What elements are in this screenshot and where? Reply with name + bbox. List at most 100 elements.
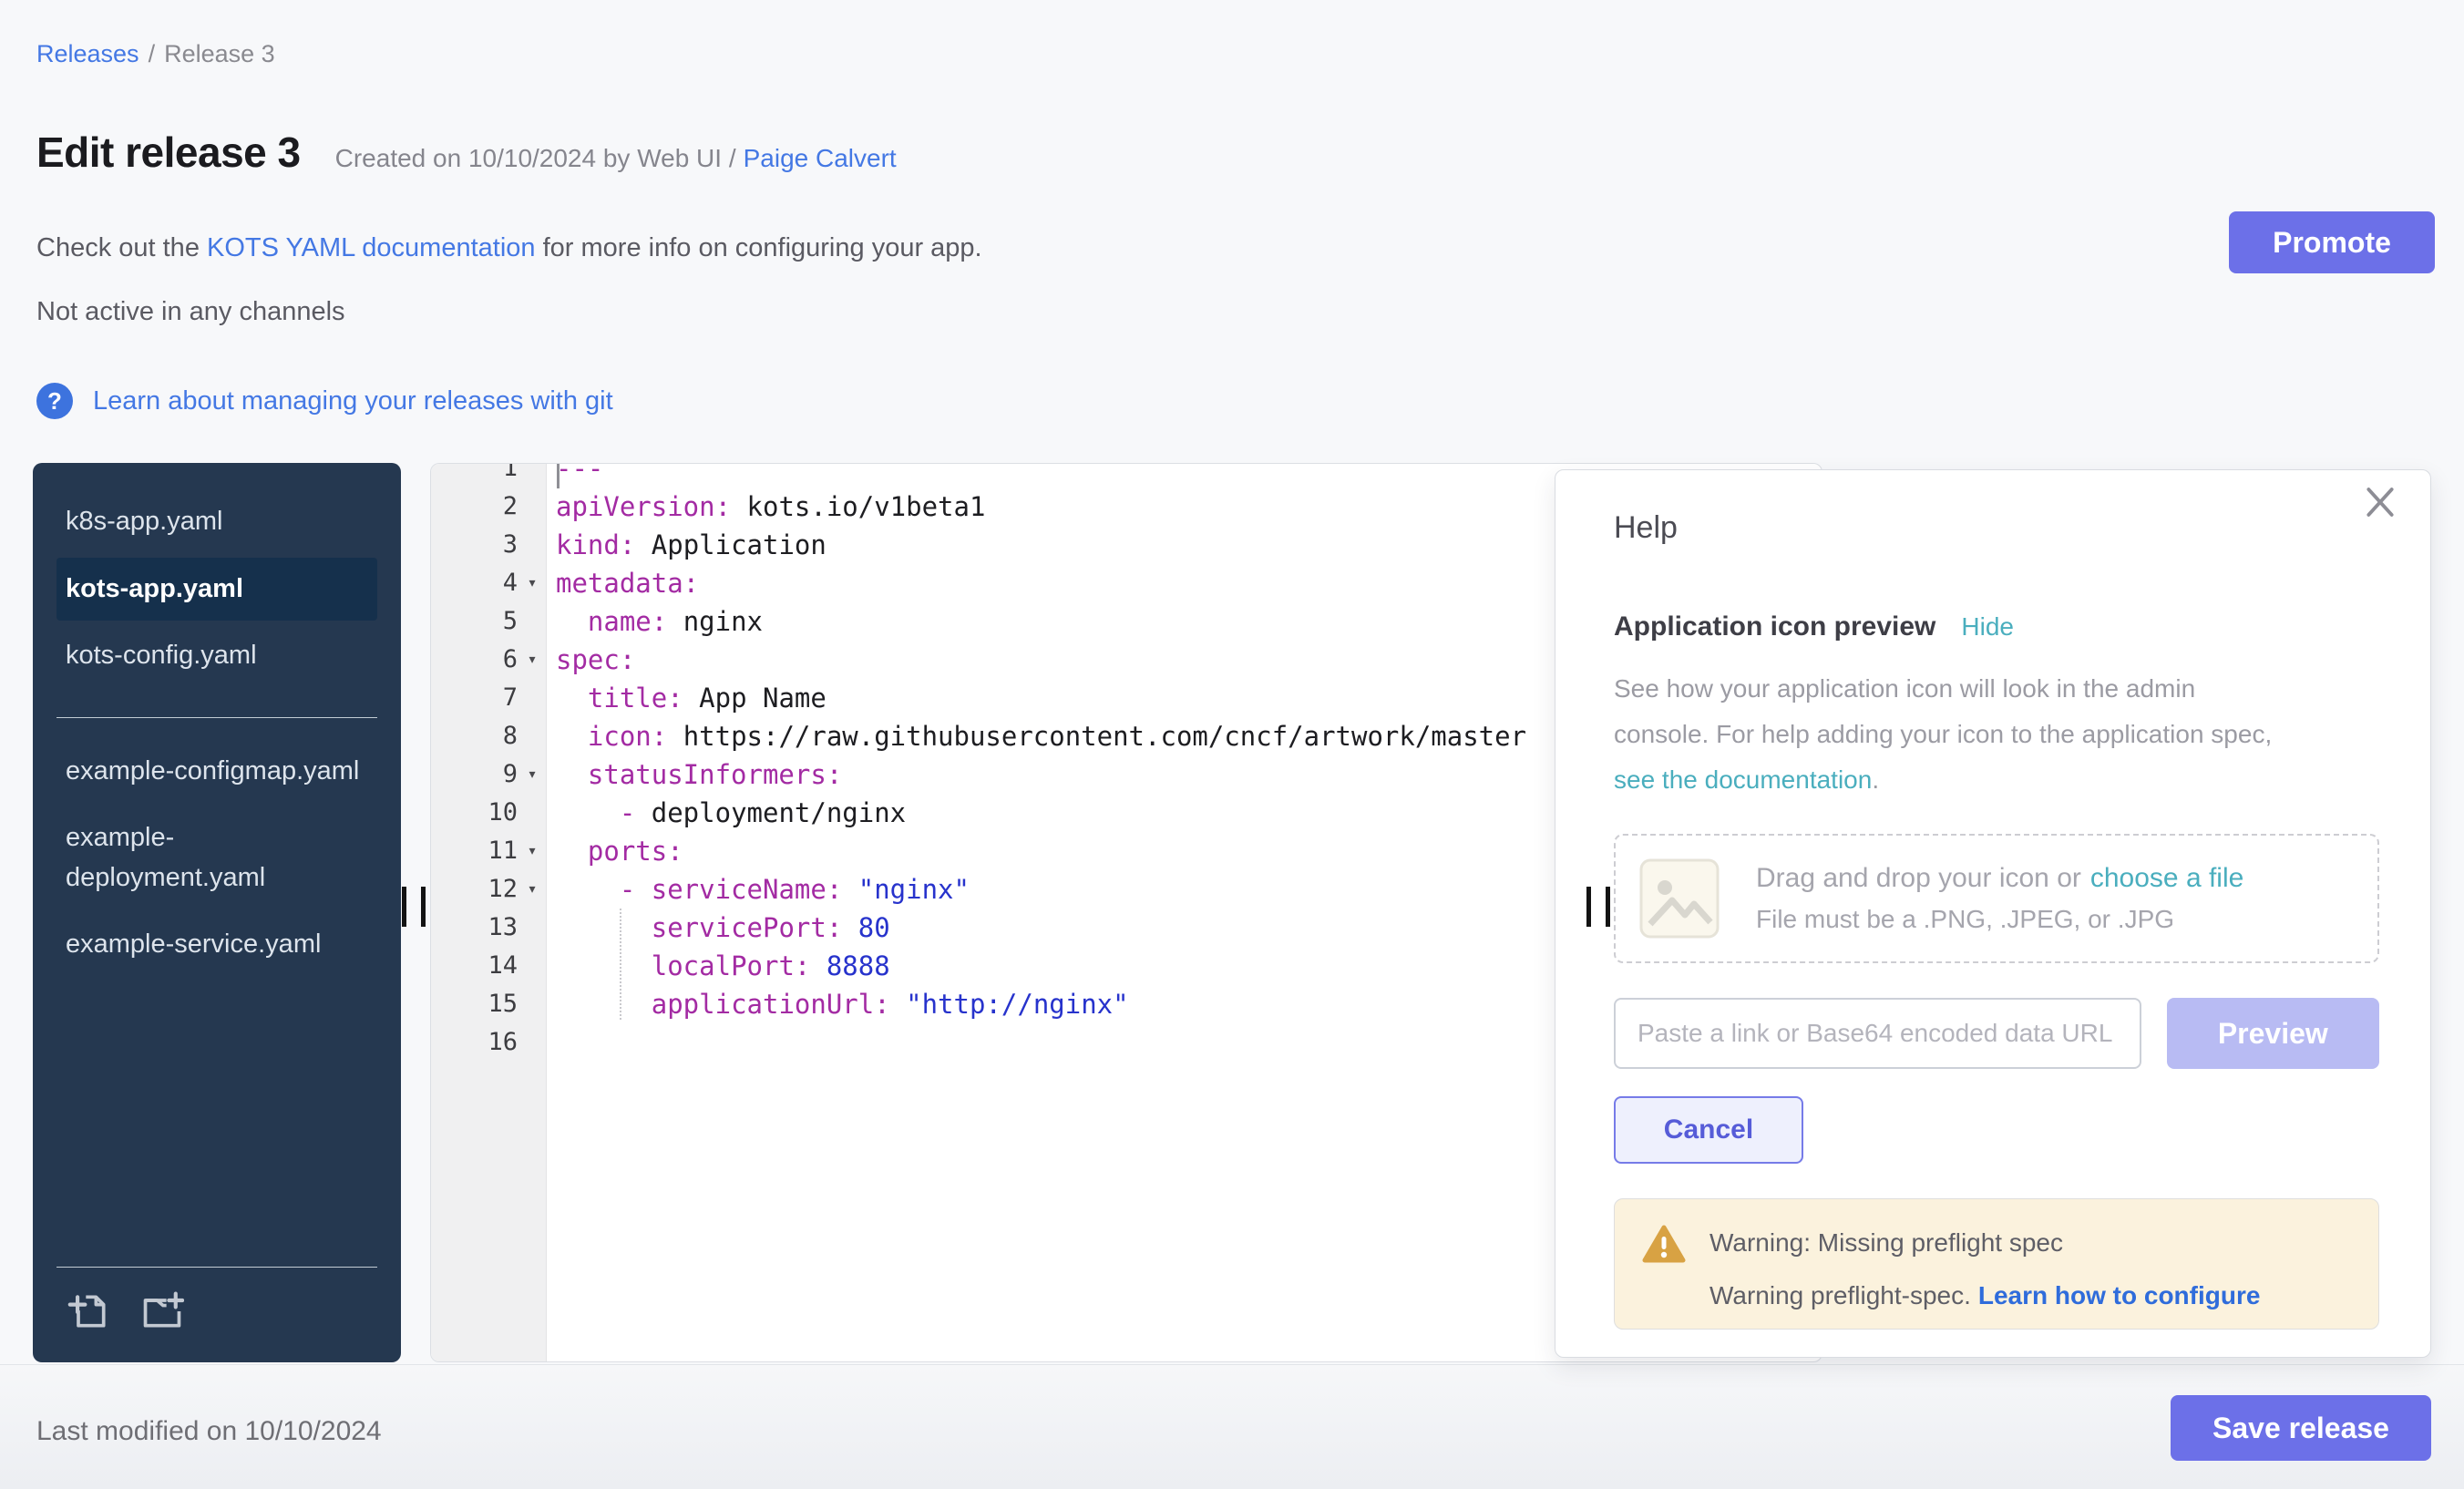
help-panel: Help Application icon preview Hide See h… <box>1555 469 2431 1358</box>
file-tree-item-kots-app.yaml[interactable]: kots-app.yaml <box>56 558 377 621</box>
kots-yaml-doc-link[interactable]: KOTS YAML documentation <box>207 233 536 262</box>
preview-button[interactable]: Preview <box>2167 998 2379 1069</box>
line-number: 15 <box>431 985 518 1023</box>
fold-toggle-icon[interactable]: ▾ <box>518 755 547 794</box>
created-meta: Created on 10/10/2024 by Web UI / Paige C… <box>335 144 897 173</box>
release-editor-page: Releases / Release 3 Edit release 3 Create… <box>0 0 2464 1489</box>
line-number: 11 <box>431 832 518 870</box>
code-text: name: nginx <box>547 602 763 641</box>
choose-file-link[interactable]: choose a file <box>2090 863 2243 893</box>
line-number: 1 <box>431 463 518 488</box>
intro-after: for more info on configuring your app. <box>536 233 982 262</box>
code-text: title: App Name <box>547 679 826 717</box>
git-help-label: Learn about managing your releases with … <box>93 386 613 416</box>
page-title: Edit release 3 <box>36 128 301 177</box>
fold-spacer <box>518 794 547 832</box>
icon-dropzone[interactable]: Drag and drop your icon orchoose a file … <box>1614 834 2379 963</box>
image-placeholder-icon <box>1639 858 1720 939</box>
warning-body: Warning preflight-spec. <box>1709 1281 1971 1309</box>
hide-link[interactable]: Hide <box>1961 612 2014 642</box>
close-icon[interactable] <box>2363 485 2397 519</box>
line-number: 8 <box>431 717 518 755</box>
line-number: 7 <box>431 679 518 717</box>
description-line1: See how your application icon will look … <box>1614 674 2195 703</box>
warning-text: Warning: Missing preflight spec Warning … <box>1709 1223 2260 1310</box>
breadcrumb: Releases / Release 3 <box>36 40 275 68</box>
icon-preview-section-header: Application icon preview Hide <box>1614 611 2379 642</box>
file-tree-item-example-service.yaml[interactable]: example-service.yaml <box>56 913 377 977</box>
line-number: 14 <box>431 947 518 985</box>
dropzone-text: Drag and drop your icon orchoose a file … <box>1756 863 2243 934</box>
new-file-icon[interactable] <box>67 1289 111 1333</box>
pane-resize-handle-left-bar[interactable] <box>421 887 426 927</box>
line-number: 5 <box>431 602 518 641</box>
line-number: 9 <box>431 755 518 794</box>
dropzone-requirements: File must be a .PNG, .JPEG, or .JPG <box>1756 905 2243 934</box>
code-text: localPort: 8888 <box>547 947 890 985</box>
icon-url-input[interactable] <box>1614 998 2141 1069</box>
preflight-warning: Warning: Missing preflight spec Warning … <box>1614 1198 2379 1330</box>
doc-link-suffix: . <box>1872 765 1879 794</box>
question-mark-icon: ? <box>36 383 73 419</box>
save-release-button[interactable]: Save release <box>2171 1395 2431 1461</box>
line-number: 6 <box>431 641 518 679</box>
new-folder-icon[interactable] <box>140 1289 184 1333</box>
line-number: 13 <box>431 909 518 947</box>
line-number: 16 <box>431 1023 518 1062</box>
help-panel-title: Help <box>1614 510 2379 546</box>
promote-button[interactable]: Promote <box>2229 211 2435 273</box>
code-text: spec: <box>547 641 635 679</box>
line-number: 4 <box>431 564 518 602</box>
file-tree-item-example-configmap.yaml[interactable]: example-configmap.yaml <box>56 740 377 804</box>
pane-resize-handle-right-bar[interactable] <box>1606 887 1610 927</box>
file-tree-item-example-deployment.yaml[interactable]: example-deployment.yaml <box>56 806 377 909</box>
pane-resize-handle-right-bar[interactable] <box>1586 887 1591 927</box>
fold-toggle-icon[interactable]: ▾ <box>518 832 547 870</box>
file-tree-item-k8s-app.yaml[interactable]: k8s-app.yaml <box>56 490 377 554</box>
fold-toggle-icon[interactable]: ▾ <box>518 870 547 909</box>
icon-preview-description: See how your application icon will look … <box>1614 666 2379 803</box>
description-line2: console. For help adding your icon to th… <box>1614 720 2272 748</box>
file-tree-divider <box>56 717 377 718</box>
fold-toggle-icon[interactable]: ▾ <box>518 641 547 679</box>
fold-spacer <box>518 602 547 641</box>
page-header: Edit release 3 Created on 10/10/2024 by … <box>36 128 897 177</box>
sidebar-spacer <box>33 981 401 1268</box>
warning-triangle-icon <box>1642 1223 1686 1265</box>
fold-spacer <box>518 985 547 1023</box>
channel-status: Not active in any channels <box>36 297 345 327</box>
fold-toggle-icon[interactable]: ▾ <box>518 564 547 602</box>
fold-spacer <box>518 717 547 755</box>
fold-spacer <box>518 909 547 947</box>
file-tree-sidebar: k8s-app.yamlkots-app.yamlkots-config.yam… <box>33 463 401 1362</box>
intro-text: Check out the KOTS YAML documentation fo… <box>36 233 982 263</box>
breadcrumb-separator: / <box>149 40 156 67</box>
footer-bar: Last modified on 10/10/2024 Save release <box>0 1364 2464 1489</box>
line-number: 2 <box>431 488 518 526</box>
breadcrumb-current: Release 3 <box>164 40 275 67</box>
line-number: 12 <box>431 870 518 909</box>
fold-spacer <box>518 526 547 564</box>
code-text: applicationUrl: "http://nginx" <box>547 985 1129 1023</box>
code-text: kind: Application <box>547 526 826 564</box>
created-by-link[interactable]: Paige Calvert <box>744 144 897 172</box>
warning-title: Warning: Missing preflight spec <box>1709 1223 2260 1258</box>
fold-spacer <box>518 679 547 717</box>
pane-resize-handle-left-bar[interactable] <box>402 887 406 927</box>
code-text: - serviceName: "nginx" <box>547 870 970 909</box>
file-list: k8s-app.yamlkots-app.yamlkots-config.yam… <box>33 463 401 692</box>
see-documentation-link[interactable]: see the documentation <box>1614 765 1872 794</box>
file-tree-item-kots-config.yaml[interactable]: kots-config.yaml <box>56 624 377 688</box>
code-text: statusInformers: <box>547 755 842 794</box>
cancel-button[interactable]: Cancel <box>1614 1096 1803 1164</box>
line-number: 3 <box>431 526 518 564</box>
fold-spacer <box>518 947 547 985</box>
warning-configure-link[interactable]: Learn how to configure <box>1978 1281 2261 1309</box>
git-help-link[interactable]: ? Learn about managing your releases wit… <box>36 383 613 419</box>
code-text: servicePort: 80 <box>547 909 890 947</box>
breadcrumb-releases-link[interactable]: Releases <box>36 40 139 67</box>
icon-preview-title: Application icon preview <box>1614 611 1935 642</box>
fold-spacer <box>518 488 547 526</box>
code-text: apiVersion: kots.io/v1beta1 <box>547 488 985 526</box>
created-text: Created on 10/10/2024 by Web UI / <box>335 144 736 172</box>
